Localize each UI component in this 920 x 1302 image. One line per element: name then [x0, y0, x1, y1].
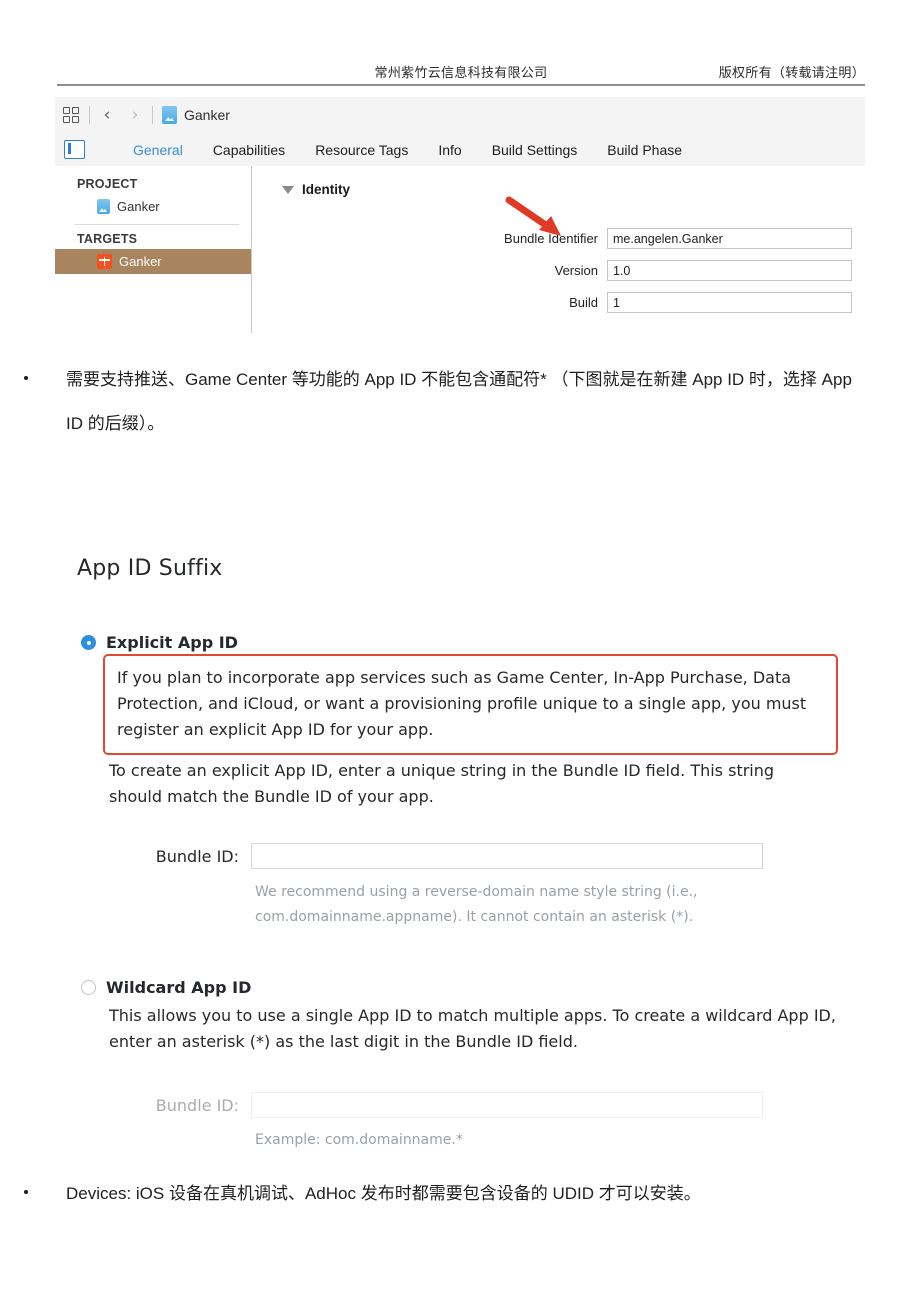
bullet-game-center: 需要支持推送、Game Center 等功能的 App ID 不能包含通配符* …	[24, 358, 869, 446]
identity-fields: Bundle Identifier me.angelen.Ganker Vers…	[252, 228, 865, 324]
navigator-toggle-icon[interactable]	[64, 140, 85, 159]
toolbar-separator-1	[89, 106, 90, 124]
app-id-suffix-screenshot: App ID Suffix Explicit App ID If you pla…	[57, 540, 865, 1155]
bullet-marker	[24, 376, 28, 380]
project-document-icon	[97, 199, 110, 214]
header-divider	[57, 84, 865, 86]
radio-label-explicit-app-id: Explicit App ID	[106, 633, 238, 652]
bundle-id-row-wildcard: Bundle ID:	[99, 1092, 763, 1118]
build-label: Build	[569, 295, 598, 310]
version-label: Version	[554, 263, 598, 278]
breadcrumb-project-name[interactable]: Ganker	[184, 107, 230, 123]
bullet-game-center-text: 需要支持推送、Game Center 等功能的 App ID 不能包含通配符* …	[66, 370, 852, 433]
identity-panel: Identity Bundle Identifier me.angelen.Ga…	[252, 166, 865, 333]
bullet-devices-text: Devices: iOS 设备在真机调试、AdHoc 发布时都需要包含设备的 U…	[66, 1184, 701, 1203]
xcode-tabbar: General Capabilities Resource Tags Info …	[55, 133, 865, 167]
radio-row-wildcard-app-id[interactable]: Wildcard App ID	[81, 978, 251, 997]
tab-info[interactable]: Info	[438, 142, 461, 158]
radio-label-wildcard-app-id: Wildcard App ID	[106, 978, 252, 997]
field-row-bundle-identifier: Bundle Identifier me.angelen.Ganker	[252, 228, 865, 249]
toolbar-separator-2	[152, 106, 153, 124]
version-input[interactable]: 1.0	[607, 260, 852, 281]
bundle-id-hint-wildcard: Example: com.domainname.*	[255, 1132, 463, 1148]
editor-tabs: General Capabilities Resource Tags Info …	[133, 142, 682, 158]
bundle-id-input-explicit[interactable]	[251, 843, 763, 869]
chevron-down-icon[interactable]	[282, 185, 294, 194]
bundle-id-label: Bundle ID:	[155, 846, 239, 866]
identity-section-header[interactable]: Identity	[282, 182, 350, 197]
forward-icon[interactable]: ›	[127, 106, 143, 124]
project-targets-sidebar: PROJECT Ganker TARGETS Ganker	[55, 166, 252, 333]
xcode-screenshot: ‹ › Ganker General Capabilities Resource…	[55, 97, 865, 333]
radio-row-explicit-app-id[interactable]: Explicit App ID	[81, 633, 238, 652]
explicit-app-id-help-text: To create an explicit App ID, enter a un…	[109, 761, 775, 806]
bullet-marker	[24, 1190, 28, 1194]
explicit-app-id-callout: If you plan to incorporate app services …	[103, 654, 838, 755]
xcode-toolbar: ‹ › Ganker	[55, 97, 865, 134]
wildcard-app-id-help-text: This allows you to use a single App ID t…	[109, 1006, 836, 1051]
bundle-id-row-explicit: Bundle ID:	[99, 843, 763, 869]
bundle-id-hint-explicit: We recommend using a reverse-domain name…	[255, 884, 698, 925]
radio-explicit-app-id[interactable]	[81, 635, 96, 650]
project-document-icon	[162, 106, 177, 124]
tab-resource-tags[interactable]: Resource Tags	[315, 142, 408, 158]
tab-build-phases[interactable]: Build Phase	[607, 142, 682, 158]
tab-general[interactable]: General	[133, 142, 183, 158]
bullet-devices: Devices: iOS 设备在真机调试、AdHoc 发布时都需要包含设备的 U…	[24, 1172, 884, 1216]
back-icon[interactable]: ‹	[99, 106, 115, 124]
sidebar-item-label: Ganker	[117, 199, 160, 214]
grid-icon[interactable]	[63, 107, 80, 123]
app-target-icon	[97, 254, 112, 269]
build-input[interactable]: 1	[607, 292, 852, 313]
field-row-build: Build 1	[252, 292, 865, 313]
page-title: App ID Suffix	[77, 556, 223, 581]
sidebar-item-label: Ganker	[119, 254, 162, 269]
identity-section-title: Identity	[302, 182, 351, 197]
sidebar-item-target-ganker[interactable]: Ganker	[55, 249, 251, 274]
sidebar-group-targets: TARGETS	[77, 232, 138, 246]
tab-build-settings[interactable]: Build Settings	[492, 142, 578, 158]
field-row-version: Version 1.0	[252, 260, 865, 281]
sidebar-divider	[75, 224, 239, 225]
bundle-identifier-label: Bundle Identifier	[504, 231, 598, 246]
xcode-body: PROJECT Ganker TARGETS Ganker Identity B…	[55, 166, 865, 333]
sidebar-item-project-ganker[interactable]: Ganker	[55, 194, 251, 219]
sidebar-group-project: PROJECT	[77, 177, 138, 191]
page-header-copyright: 版权所有（转载请注明）	[718, 65, 865, 80]
radio-wildcard-app-id[interactable]	[81, 980, 96, 995]
bundle-id-label: Bundle ID:	[155, 1095, 239, 1115]
bundle-identifier-input[interactable]: me.angelen.Ganker	[607, 228, 852, 249]
page-header: 常州紫竹云信息科技有限公司 版权所有（转载请注明）	[57, 62, 865, 84]
bundle-id-input-wildcard[interactable]	[251, 1092, 763, 1118]
tab-capabilities[interactable]: Capabilities	[213, 142, 285, 158]
